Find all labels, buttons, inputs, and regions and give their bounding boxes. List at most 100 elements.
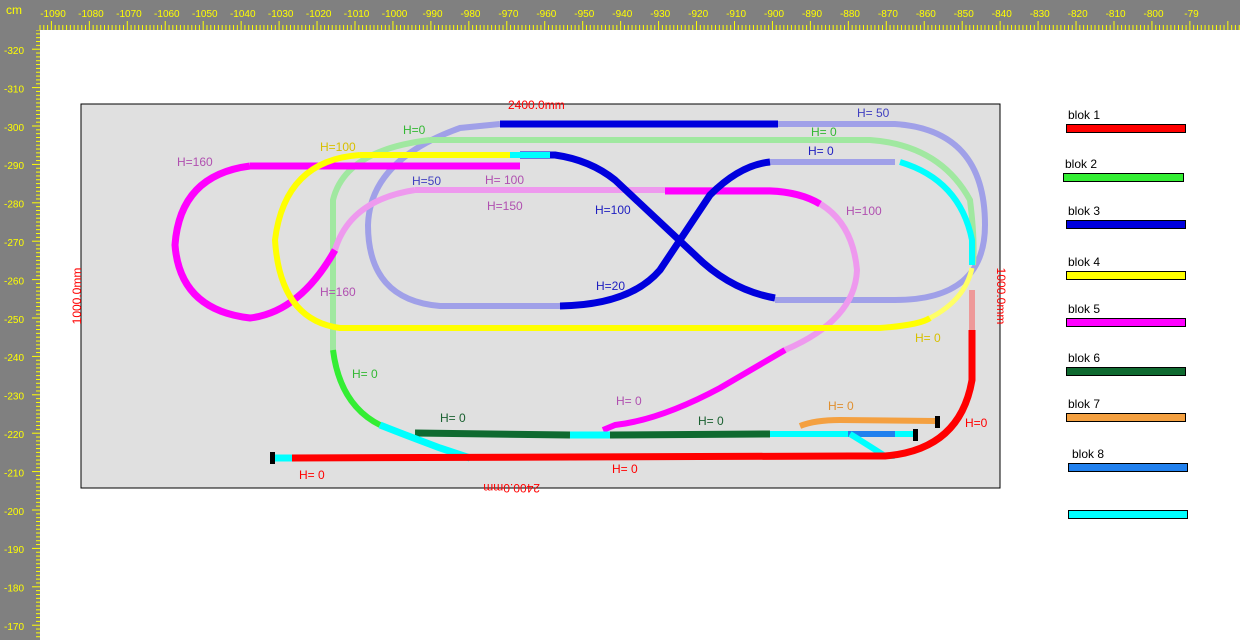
top-ruler-label: -990 (422, 9, 442, 20)
top-ruler[interactable]: -1090 -1080 -1070 -1060 -1050 -1040 -1030 -1020… (0, 0, 1240, 30)
height-label: H=160 (320, 285, 356, 299)
layout-canvas[interactable]: 2400.0mm 2400.0mm 1000.0mm 1000.0mm H=0H… (40, 30, 1240, 640)
legend-item[interactable]: blok 4 (1066, 255, 1196, 281)
top-ruler-label: -1000 (382, 9, 408, 20)
top-ruler-label: -1070 (116, 9, 142, 20)
left-ruler-label: -310 (4, 84, 24, 95)
height-label: H= 0 (698, 414, 724, 428)
height-label: H=160 (177, 155, 213, 169)
track-planner-window: -1090 -1080 -1070 -1060 -1050 -1040 -1030 -1020… (0, 0, 1240, 640)
left-ruler-label: -190 (4, 545, 24, 556)
legend-color-bar (1068, 510, 1188, 519)
top-ruler-label: -950 (574, 9, 594, 20)
top-ruler-label: -1050 (192, 9, 218, 20)
height-label: H= 0 (612, 462, 638, 476)
height-label: H=0 (403, 123, 426, 137)
height-label: H= 0 (811, 125, 837, 139)
left-ruler-label: -180 (4, 584, 24, 595)
left-ruler-label: -230 (4, 392, 24, 403)
height-label: H= 0 (352, 367, 378, 381)
left-ruler-label: -260 (4, 276, 24, 287)
board-height-label-right: 1000.0mm (994, 268, 1008, 325)
legend-item[interactable] (1068, 494, 1198, 520)
height-label: H= 0 (808, 144, 834, 158)
left-ruler-label: -270 (4, 238, 24, 249)
legend-color-bar (1066, 413, 1186, 422)
ruler-unit-label: cm (6, 3, 22, 17)
top-ruler-label: -1080 (78, 9, 104, 20)
top-ruler-label: -79 (1184, 9, 1199, 20)
height-label: H=0 (965, 416, 988, 430)
top-ruler-label: -940 (612, 9, 632, 20)
legend-label: blok 4 (1068, 255, 1101, 269)
height-label: H= 0 (440, 411, 466, 425)
top-ruler-label: -830 (1030, 9, 1050, 20)
legend-color-bar (1066, 124, 1186, 133)
track-dark-green-main[interactable] (609, 430, 771, 439)
top-ruler-label: -850 (954, 9, 974, 20)
left-ruler-label: -210 (4, 468, 24, 479)
height-label: H=150 (487, 199, 523, 213)
left-ruler-label: -250 (4, 315, 24, 326)
top-ruler-label: -980 (460, 9, 480, 20)
legend-item[interactable]: blok 6 (1066, 351, 1196, 377)
top-ruler-label: -930 (650, 9, 670, 20)
legend-color-bar (1066, 367, 1186, 376)
height-label: H=20 (596, 279, 625, 293)
top-ruler-label: -860 (916, 9, 936, 20)
buffer-stop-right-top[interactable] (935, 416, 940, 428)
top-ruler-label: -820 (1068, 9, 1088, 20)
top-ruler-label: -870 (878, 9, 898, 20)
legend-label: blok 2 (1065, 157, 1098, 171)
left-ruler[interactable]: -320 -310 -300 -290 -280 -270 -260 -250 -240 -230… (0, 30, 40, 640)
legend-item[interactable]: blok 3 (1066, 204, 1196, 230)
left-ruler-label: -170 (4, 622, 24, 633)
top-ruler-label: -890 (802, 9, 822, 20)
top-ruler-label: -1040 (230, 9, 256, 20)
left-ruler-label: -240 (4, 353, 24, 364)
height-label: H= 0 (915, 331, 941, 345)
left-ruler-label: -280 (4, 200, 24, 211)
buffer-stop-left[interactable] (270, 452, 275, 464)
legend-label: blok 6 (1068, 351, 1101, 365)
legend-item[interactable]: blok 1 (1066, 108, 1196, 134)
legend-item[interactable]: blok 2 (1063, 157, 1193, 183)
legend-color-bar (1066, 318, 1186, 327)
legend-color-bar (1068, 463, 1188, 472)
left-ruler-label: -320 (4, 46, 24, 57)
top-ruler-label: -960 (536, 9, 556, 20)
legend-item[interactable]: blok 5 (1066, 302, 1196, 328)
height-label: H= 100 (485, 173, 524, 187)
legend-color-bar (1063, 173, 1184, 182)
board-height-label-left: 1000.0mm (70, 268, 84, 325)
left-ruler-label: -200 (4, 507, 24, 518)
left-ruler-label: -220 (4, 430, 24, 441)
height-label: H=100 (595, 203, 631, 217)
legend-label: blok 1 (1068, 108, 1101, 122)
legend-label: blok 5 (1068, 302, 1101, 316)
track-dark-green-siding[interactable] (414, 429, 571, 439)
height-label: H= 0 (299, 468, 325, 482)
buffer-stop-right-mid[interactable] (913, 429, 918, 441)
legend-label: blok 3 (1068, 204, 1101, 218)
board-width-label-top: 2400.0mm (508, 98, 565, 112)
legend-label: blok 8 (1072, 447, 1105, 461)
top-ruler-label: -880 (840, 9, 860, 20)
top-ruler-label: -1060 (154, 9, 180, 20)
top-ruler-label: -900 (764, 9, 784, 20)
top-ruler-label: -1030 (268, 9, 294, 20)
height-label: H=100 (846, 204, 882, 218)
top-ruler-label: -920 (688, 9, 708, 20)
top-ruler-label: -970 (498, 9, 518, 20)
height-label: H=100 (320, 140, 356, 154)
top-ruler-label: -810 (1106, 9, 1126, 20)
legend-item[interactable]: blok 7 (1066, 397, 1196, 423)
height-label: H= 0 (828, 399, 854, 413)
board-width-label-bottom: 2400.0mm (483, 481, 540, 495)
height-label: H= 50 (857, 106, 890, 120)
top-ruler-label: -1010 (344, 9, 370, 20)
legend-item[interactable]: blok 8 (1068, 447, 1198, 473)
height-label: H=50 (412, 174, 441, 188)
top-ruler-label: -1090 (40, 9, 66, 20)
legend-color-bar (1066, 220, 1186, 229)
